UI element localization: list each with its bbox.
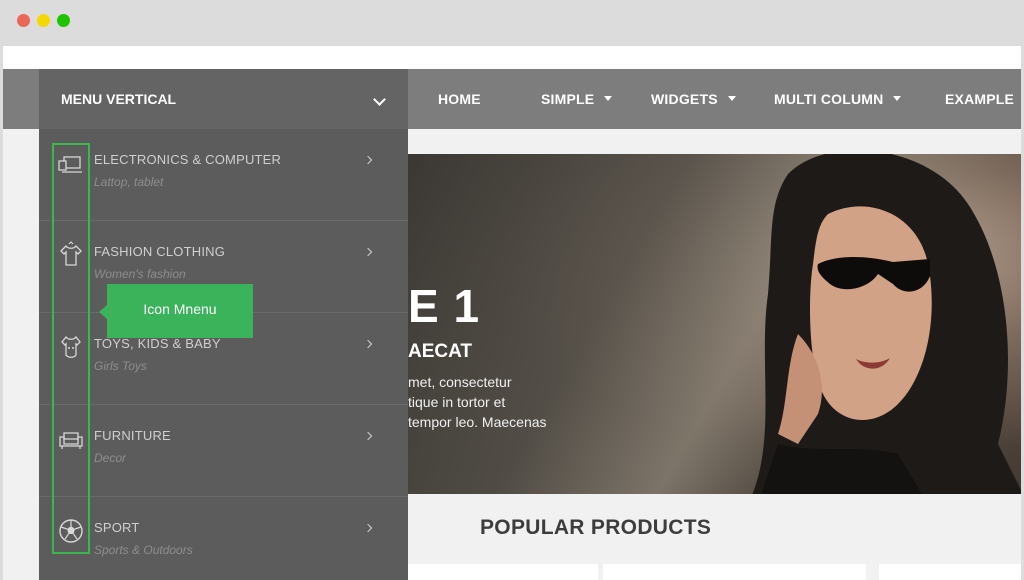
chevron-right-icon [363, 155, 373, 165]
nav-item-multi-column[interactable]: MULTI COLUMN [774, 69, 902, 129]
caret-down-icon [604, 95, 613, 101]
chevron-right-icon [363, 431, 373, 441]
chevron-down-icon [373, 93, 386, 106]
product-card[interactable] [408, 564, 598, 580]
chevron-right-icon [363, 247, 373, 257]
chevron-right-icon [363, 339, 373, 349]
hero-banner[interactable]: E 1 AECAT met, consectetur tique in tort… [408, 154, 1021, 494]
nav-item-label: EXAMPLE [945, 91, 1015, 107]
nav-item-widgets[interactable]: WIDGETS [651, 69, 736, 129]
nav-item-label: MULTI COLUMN [774, 91, 884, 107]
hero-description: met, consectetur tique in tortor et temp… [408, 372, 608, 432]
nav-item-home[interactable]: HOME [438, 69, 481, 129]
vertical-menu-title: MENU VERTICAL [61, 91, 177, 107]
page-viewport: HOME SIMPLE WIDGETS MULTI COLUMN EXAMPLE… [3, 46, 1021, 580]
minimize-window-button[interactable] [37, 14, 50, 27]
product-card[interactable] [879, 564, 1021, 580]
maximize-window-button[interactable] [57, 14, 70, 27]
vertical-menu-item-sport[interactable]: SPORT Sports & Outdoors [39, 497, 408, 580]
icon-menu-tooltip: Icon Mnenu [107, 284, 253, 338]
icon-column-highlight [52, 143, 90, 554]
vertical-menu-item-label: FURNITURE [94, 428, 171, 443]
close-window-button[interactable] [17, 14, 30, 27]
vertical-menu-item-sublabel: Decor [94, 451, 127, 465]
window-titlebar [0, 0, 1024, 46]
vertical-menu-item-sublabel: Lattop, tablet [94, 175, 164, 189]
vertical-menu-item-sublabel: Women's fashion [94, 267, 186, 281]
hero-model-photo [752, 154, 1021, 494]
nav-item-simple[interactable]: SIMPLE [541, 69, 613, 129]
vertical-menu-item-label: FASHION CLOTHING [94, 244, 226, 259]
hero-line: tempor leo. Maecenas [408, 414, 547, 430]
vertical-menu: ELECTRONICS & COMPUTER Lattop, tablet FA… [39, 129, 408, 580]
nav-item-example[interactable]: EXAMPLE [945, 69, 1014, 129]
hero-line: met, consectetur [408, 374, 512, 390]
nav-item-label: WIDGETS [651, 91, 718, 107]
vertical-menu-item-electronics[interactable]: ELECTRONICS & COMPUTER Lattop, tablet [39, 129, 408, 221]
vertical-menu-item-sublabel: Girls Toys [94, 359, 147, 373]
product-card[interactable] [603, 564, 866, 580]
vertical-menu-header[interactable]: MENU VERTICAL [39, 69, 408, 129]
caret-down-icon [727, 95, 736, 101]
hero-line: tique in tortor et [408, 394, 506, 410]
hero-subtitle: AECAT [408, 341, 473, 362]
vertical-menu-item-label: ELECTRONICS & COMPUTER [94, 152, 282, 167]
hero-title: E 1 [408, 280, 481, 332]
chevron-right-icon [363, 523, 373, 533]
section-title: POPULAR PRODUCTS [480, 516, 712, 539]
nav-item-label: HOME [438, 91, 481, 107]
caret-down-icon [893, 95, 902, 101]
vertical-menu-item-furniture[interactable]: FURNITURE Decor [39, 405, 408, 497]
top-strip [3, 46, 1021, 69]
vertical-menu-item-sublabel: Sports & Outdoors [94, 543, 193, 557]
vertical-menu-item-label: SPORT [94, 520, 140, 535]
nav-item-label: SIMPLE [541, 91, 595, 107]
browser-window: HOME SIMPLE WIDGETS MULTI COLUMN EXAMPLE… [0, 0, 1024, 580]
vertical-menu-item-label: TOYS, KIDS & BABY [94, 336, 221, 351]
tooltip-pointer [99, 305, 107, 319]
